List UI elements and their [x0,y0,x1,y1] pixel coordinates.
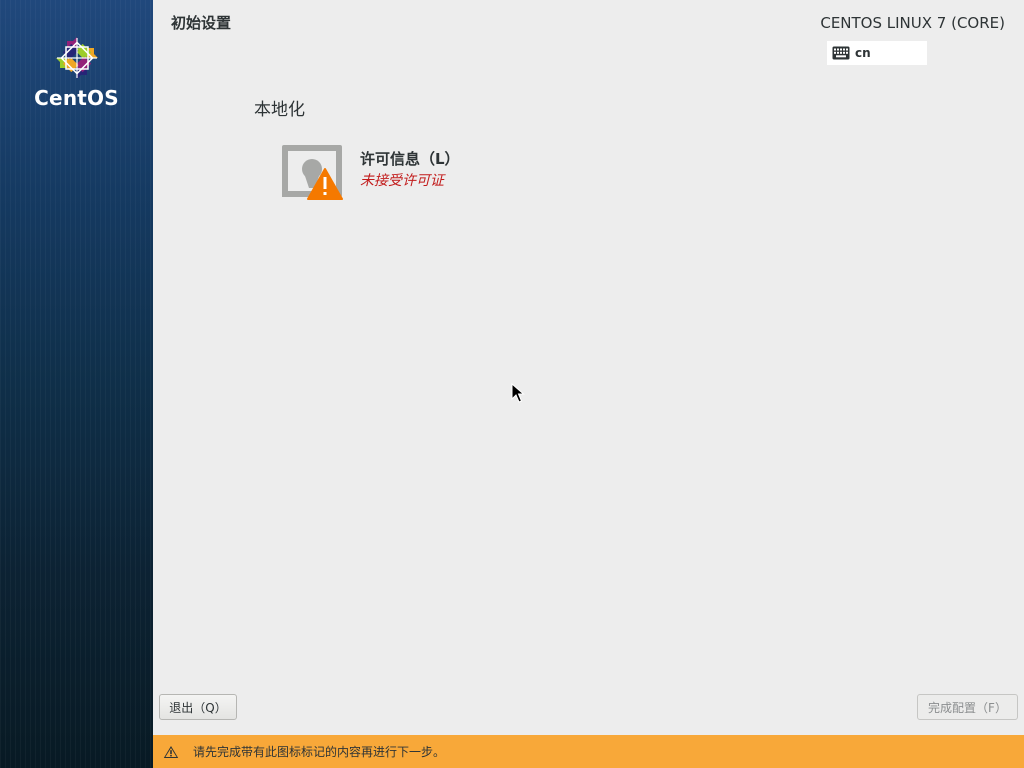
centos-logo-text: CentOS [34,86,119,110]
spoke-status: 未接受许可证 [360,173,444,189]
sidebar: CentOS [0,0,153,768]
finish-configuration-button[interactable]: 完成配置（F） [917,694,1018,720]
keyboard-layout-indicator[interactable]: cn [827,41,927,65]
mouse-pointer-icon [511,383,525,403]
page-title: 初始设置 [171,14,232,32]
warning-bar: 请先完成带有此图标标记的内容再进行下一步。 [153,735,1024,768]
category-title-localization: 本地化 [254,100,305,120]
warning-message: 请先完成带有此图标标记的内容再进行下一步。 [193,745,446,759]
quit-button[interactable]: 退出（Q） [159,694,237,720]
main-area: 初始设置 CENTOS LINUX 7 (CORE) cn 本地化 许可信息（L… [153,0,1024,768]
product-title: CENTOS LINUX 7 (CORE) [820,14,1005,32]
keyboard-icon [832,46,850,60]
sidebar-texture [0,0,153,768]
spoke-license-information[interactable]: 许可信息（L） 未接受许可证 [281,144,501,204]
warning-icon [163,745,179,758]
keyboard-layout-label: cn [855,46,871,60]
centos-logo-icon [56,37,98,79]
spoke-name: 许可信息（L） [360,150,460,168]
license-warning-icon [282,145,343,200]
